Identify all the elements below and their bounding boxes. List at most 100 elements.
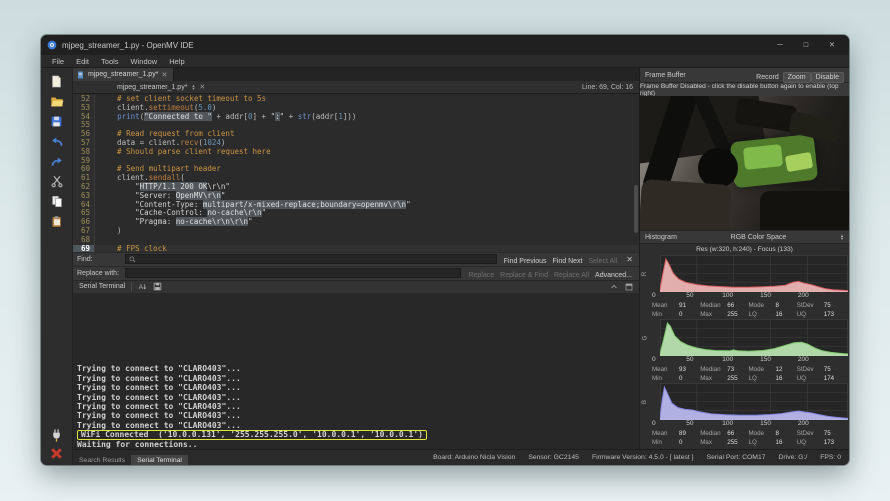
stat-mean: Mean93 [652,365,700,374]
find-label: Find: [77,256,121,263]
terminal-line: Trying to connect to "CLARO403"... [77,383,635,392]
paste-icon[interactable] [49,214,65,229]
status-tab-serial-terminal[interactable]: Serial Terminal [131,455,188,466]
stat-max: Max255 [700,374,748,383]
resolution-label: Res (w:320, h:240) - Focus (133) [640,244,849,255]
code-line-66: 66 "Pragma: no-cache\r\n\r\n" [73,218,639,227]
histogram-stats: Mean91Median66Mode8StDev75Min0Max255LQ16… [652,301,845,319]
document-spinner-icon[interactable]: ▲▼ [191,84,195,90]
terminal-line: Trying to connect to "CLARO403"... [77,393,635,402]
serial-terminal-output[interactable]: Trying to connect to "CLARO403"...Trying… [73,293,639,450]
desktop: mjpeg_streamer_1.py - OpenMV IDE –☐✕ Fil… [0,0,890,501]
serial-terminal-header: Serial Terminal A [73,280,639,293]
terminal-line: Trying to connect to "CLARO403"... [77,421,635,430]
histogram-stats: Mean93Median73Mode12StDev75Min0Max255LQ1… [652,365,845,383]
openmv-ide-window: mjpeg_streamer_1.py - OpenMV IDE –☐✕ Fil… [41,35,849,465]
stat-median: Median66 [700,429,748,438]
file-tab-bar: mjpeg_streamer_1.py* ✕ [73,68,639,81]
titlebar[interactable]: mjpeg_streamer_1.py - OpenMV IDE –☐✕ [41,35,849,55]
save-file-icon[interactable] [49,114,65,129]
menu-window[interactable]: Window [126,56,163,67]
stat-mode: Mode8 [749,301,797,310]
popout-icon[interactable] [625,283,633,291]
histogram-r-channel: R050100150200Mean91Median66Mode8StDev75M… [640,255,849,319]
serial-terminal-title: Serial Terminal [79,283,125,290]
frame-buffer-image [640,96,849,230]
find-input[interactable] [125,254,497,264]
stat-lq: LQ16 [749,374,797,383]
histogram-b-channel: B050100150200Mean89Median66Mode8StDev75M… [640,383,849,447]
menu-help[interactable]: Help [164,56,189,67]
channel-label-g: G [642,335,648,340]
replace-label: Replace with: [77,270,121,277]
minimize-button[interactable]: – [769,37,791,53]
zoom-button[interactable]: Zoom [783,72,811,83]
record-button[interactable]: Record [752,73,783,82]
menu-edit[interactable]: Edit [71,56,94,67]
replace-bar: Replace with: ReplaceReplace & FindRepla… [73,266,639,280]
copy-icon[interactable] [49,194,65,209]
status-bar: Search ResultsSerial Terminal Board: Ard… [73,449,849,465]
tab-close-icon[interactable]: ✕ [161,71,167,79]
new-file-icon[interactable] [49,74,65,89]
menu-tools[interactable]: Tools [96,56,124,67]
open-file-icon[interactable] [49,94,65,109]
code-line-69: 69 # FPS clock [73,245,639,252]
histogram-g-channel: G 050100150200Mean93Median73Mode12StDev75… [640,319,849,383]
stat-min: Min0 [652,374,700,383]
stat-mode: Mode8 [749,429,797,438]
disable-button[interactable]: Disable [811,72,844,83]
histogram-title: Histogram [645,234,677,241]
undo-icon[interactable] [49,134,65,149]
editor-scrollbar[interactable] [634,185,638,232]
channel-label-b: B [642,399,648,403]
terminal-line: Trying to connect to "CLARO403"... [77,364,635,373]
frame-buffer-header: Frame Buffer RecordZoomDisable [640,68,849,83]
find-close-icon[interactable]: ✕ [624,255,635,264]
replace-button: Replace [465,272,497,279]
status-tab-search-results[interactable]: Search Results [73,455,131,466]
stat-uq: UQ173 [797,438,845,447]
disconnect-icon[interactable] [49,446,65,461]
stat-max: Max255 [700,310,748,319]
left-toolbar [41,68,73,465]
code-line-67: 67 ) [73,227,639,236]
advanced--button[interactable]: Advanced... [592,272,635,279]
close-button[interactable]: ✕ [821,37,843,53]
colorspace-spinner-icon[interactable]: ▲▼ [840,234,844,240]
maximize-button[interactable]: ☐ [795,37,817,53]
line-number: 69 [73,245,95,252]
tab-label: mjpeg_streamer_1.py* [88,71,158,78]
histogram-g-chart [660,319,848,356]
stat-lq: LQ16 [749,438,797,447]
redo-icon[interactable] [49,154,65,169]
save-log-icon[interactable] [153,282,162,291]
connect-icon[interactable] [49,428,65,443]
cut-icon[interactable] [49,174,65,189]
histogram-x-ticks: 050100150200 [652,356,845,364]
menu-file[interactable]: File [47,56,69,67]
editor-column: mjpeg_streamer_1.py* ✕ mjpeg_streamer_1.… [73,68,640,449]
stat-mean: Mean91 [652,301,700,310]
text-size-icon[interactable]: A [138,282,147,291]
stat-mode: Mode12 [749,365,797,374]
stat-median: Median66 [700,301,748,310]
code-editor[interactable]: 52 # set client socket timeout to 5s53 c… [73,94,639,252]
colorspace-dropdown[interactable]: RGB Color Space [677,234,840,241]
replace-find-button: Replace & Find [497,272,551,279]
status-firmware-version: Firmware Version: 4.5.0 - [ latest ] [592,454,694,461]
stat-min: Min0 [652,310,700,319]
document-close-icon[interactable]: ✕ [199,83,205,91]
stat-uq: UQ174 [797,374,845,383]
stat-stdev: StDev75 [797,429,845,438]
replace-input[interactable] [125,268,461,278]
collapse-icon[interactable] [610,283,618,291]
tab-mjpeg-streamer[interactable]: mjpeg_streamer_1.py* ✕ [73,68,174,81]
document-selector[interactable]: mjpeg_streamer_1.py* [117,84,187,91]
window-title: mjpeg_streamer_1.py - OpenMV IDE [62,41,194,50]
divider [131,282,132,291]
app-icon [47,40,57,50]
status-sensor: Sensor: GC2145 [528,454,579,461]
code-line-58: 58 # Should parse client request here [73,148,639,157]
frame-buffer-title: Frame Buffer [645,72,686,79]
